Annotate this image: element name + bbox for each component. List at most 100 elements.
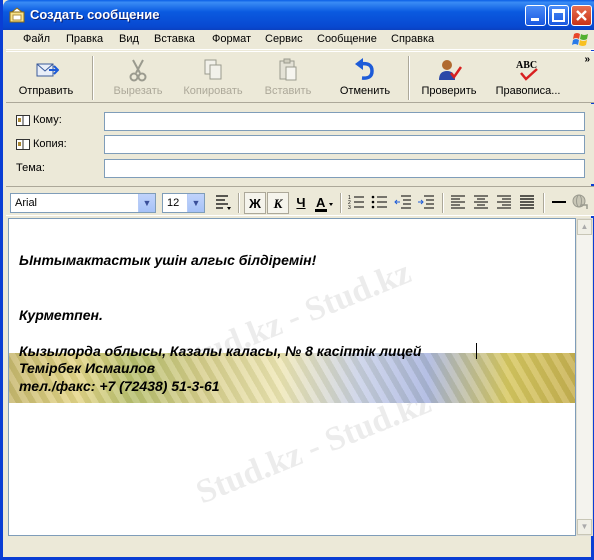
copy-button[interactable]: Копировать: [176, 54, 250, 102]
to-label: Кому:: [33, 114, 62, 126]
menu-format[interactable]: Формат: [212, 33, 251, 45]
menu-message[interactable]: Сообщение: [317, 33, 377, 45]
main-toolbar: Отправить Вырезать Копировать Вставить О…: [6, 51, 594, 103]
compose-window: Создать сообщение Файл Правка Вид Вставк…: [0, 0, 594, 560]
toolbar-separator: [408, 56, 410, 100]
close-icon: [576, 10, 587, 21]
message-headers: Кому: Копия: Тема:: [6, 104, 594, 184]
message-line-organization: Кызылорда облысы, Казалы каласы, № 8 кас…: [19, 343, 422, 359]
font-color-icon: A: [315, 195, 333, 212]
cc-field[interactable]: [104, 135, 585, 154]
cc-label-group[interactable]: Копия:: [16, 138, 67, 150]
font-name-value: Arial: [15, 197, 38, 209]
check-names-label: Проверить: [421, 85, 477, 97]
to-label-group[interactable]: Кому:: [16, 114, 62, 126]
decrease-indent-icon: [394, 195, 411, 209]
check-names-icon: [436, 58, 463, 82]
subject-label-group: Тема:: [16, 162, 45, 174]
menu-bar: Файл Правка Вид Вставка Формат Сервис Со…: [6, 30, 594, 50]
scroll-down-arrow-icon[interactable]: ▼: [577, 519, 592, 535]
scroll-up-arrow-icon[interactable]: ▲: [577, 219, 592, 235]
new-message-icon: [9, 7, 25, 23]
scissors-icon: [125, 58, 151, 82]
vertical-scrollbar[interactable]: ▲ ▼: [576, 218, 593, 536]
window-title: Создать сообщение: [30, 7, 160, 22]
chevron-down-icon: ▼: [187, 194, 204, 212]
align-right-button[interactable]: [493, 192, 515, 214]
paste-label: Вставить: [264, 85, 312, 97]
send-label: Отправить: [18, 85, 74, 97]
close-button[interactable]: [571, 5, 592, 26]
subject-label: Тема:: [16, 162, 45, 174]
message-line-thanks: Ынтымактастык ушін алгыс білдіремін!: [19, 252, 317, 268]
globe-link-icon: [572, 194, 588, 209]
maximize-icon: [552, 9, 565, 22]
menu-insert[interactable]: Вставка: [154, 33, 195, 45]
to-field[interactable]: [104, 112, 585, 131]
format-separator: [543, 193, 545, 213]
align-right-icon: [497, 195, 511, 209]
maximize-button[interactable]: [548, 5, 569, 26]
align-center-icon: [474, 195, 488, 209]
font-color-button[interactable]: A: [313, 192, 335, 214]
send-button[interactable]: Отправить: [14, 54, 78, 102]
text-cursor: [476, 343, 477, 359]
underline-button[interactable]: Ч: [290, 192, 312, 214]
cut-label: Вырезать: [113, 85, 163, 97]
menu-edit[interactable]: Правка: [66, 33, 103, 45]
justify-button[interactable]: [516, 192, 538, 214]
send-icon: [33, 58, 60, 82]
bulleted-list-button[interactable]: [369, 192, 391, 214]
paragraph-style-icon: [216, 195, 231, 210]
message-body[interactable]: Stud.kz - Stud.kz Stud.kz - Stud.kz Ынты…: [8, 218, 576, 536]
menu-view[interactable]: Вид: [119, 33, 139, 45]
horizontal-line-icon: [552, 201, 566, 203]
spelling-button[interactable]: ABC Правописа...: [488, 54, 568, 102]
horizontal-line-button[interactable]: [548, 192, 570, 214]
format-separator: [340, 193, 342, 213]
bold-button[interactable]: Ж: [244, 192, 266, 214]
decrease-indent-button[interactable]: [392, 192, 414, 214]
cc-label: Копия:: [33, 138, 67, 150]
subject-field[interactable]: [104, 159, 585, 178]
title-bar[interactable]: Создать сообщение: [3, 0, 594, 30]
address-book-icon: [16, 138, 30, 150]
font-name-select[interactable]: Arial ▼: [10, 193, 156, 213]
toolbar-separator: [92, 56, 94, 100]
bulleted-list-icon: [371, 195, 387, 209]
svg-text:3: 3: [348, 205, 351, 211]
menu-tools[interactable]: Сервис: [265, 33, 303, 45]
toolbar-overflow-chevron-icon[interactable]: »: [584, 54, 590, 65]
address-book-icon: [16, 114, 30, 126]
font-size-value: 12: [167, 197, 180, 209]
increase-indent-icon: [418, 195, 434, 209]
svg-text:A: A: [316, 195, 326, 210]
clipboard-icon: [275, 58, 301, 82]
paste-button[interactable]: Вставить: [256, 54, 320, 102]
insert-hyperlink-button[interactable]: [569, 192, 591, 214]
paragraph-style-button[interactable]: [212, 192, 234, 214]
minimize-button[interactable]: [525, 5, 546, 26]
menu-help[interactable]: Справка: [391, 33, 434, 45]
italic-button[interactable]: К: [267, 192, 289, 214]
check-names-button[interactable]: Проверить: [416, 54, 482, 102]
numbered-list-icon: 123: [348, 195, 364, 211]
numbered-list-button[interactable]: 123: [346, 192, 368, 214]
message-line-name: Темірбек Исмаилов: [19, 360, 156, 376]
minimize-icon: [531, 18, 539, 21]
copy-icon: [200, 58, 226, 82]
font-size-select[interactable]: 12 ▼: [162, 193, 205, 213]
increase-indent-button[interactable]: [415, 192, 437, 214]
windows-logo-icon: [572, 31, 590, 49]
align-left-icon: [451, 195, 465, 209]
align-center-button[interactable]: [470, 192, 492, 214]
spelling-label: Правописа...: [495, 85, 561, 97]
undo-label: Отменить: [339, 85, 391, 97]
cut-button[interactable]: Вырезать: [106, 54, 170, 102]
menu-file[interactable]: Файл: [23, 33, 50, 45]
undo-button[interactable]: Отменить: [332, 54, 398, 102]
format-separator: [238, 193, 240, 213]
message-line-regards: Курметпен.: [19, 307, 103, 323]
align-left-button[interactable]: [447, 192, 469, 214]
chevron-down-icon: ▼: [138, 194, 155, 212]
